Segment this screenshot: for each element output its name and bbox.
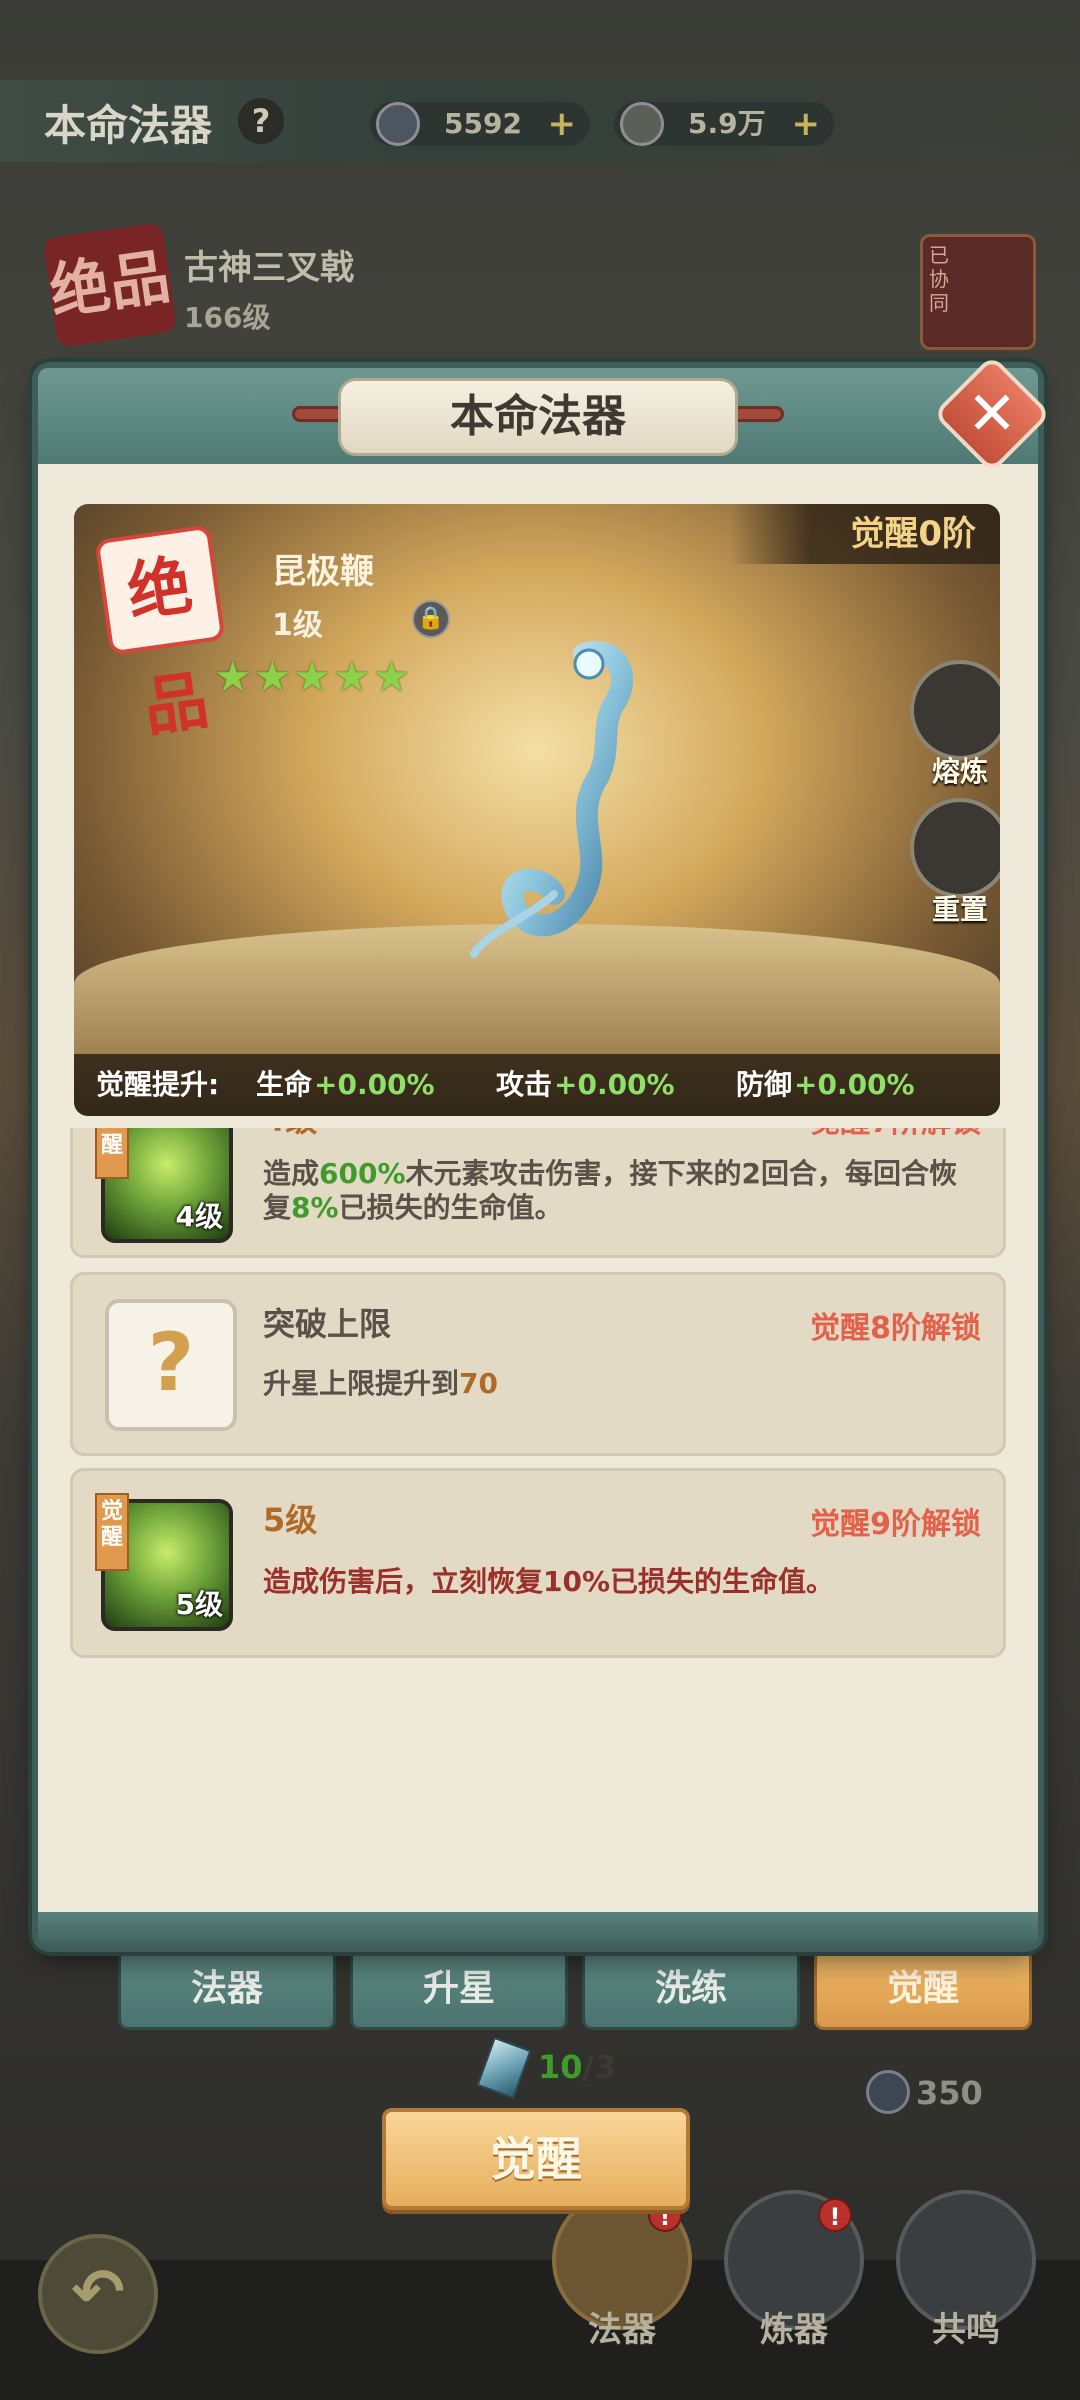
awaken-stage: 觉醒0阶: [730, 504, 1000, 564]
artifact-display: 觉醒0阶 绝品 昆极鞭 1级 🔒 ★★★★★ 熔炼 重置 觉醒提升: 生命 +0…: [74, 504, 1000, 1116]
awaken-bonus-bar: 觉醒提升: 生命 +0.00% 攻击 +0.00% 防御 +0.00%: [74, 1054, 1000, 1116]
awaken-tag: 觉醒: [95, 1128, 129, 1179]
list-item: 4级 觉醒 4级 觉醒7阶解锁 造成600%木元素攻击伤害，接下来的2回合，每回…: [70, 1128, 1006, 1258]
bonus-label: 觉醒提升:: [96, 1068, 220, 1101]
weapon-level: 166级: [184, 301, 271, 334]
smelt-label: 熔炼: [931, 755, 988, 788]
hp-value: +0.00%: [314, 1068, 435, 1101]
artifact-level: 1级: [272, 608, 323, 643]
coop-label: 已协同: [929, 243, 949, 315]
skill-level: 4级: [175, 1200, 223, 1233]
nav-label: 炼器: [760, 2310, 828, 2350]
artifact-modal: 本命法器 ✕ 觉醒0阶 绝品 昆极鞭 1级 🔒 ★★★★★ 熔炼 重置 觉醒提升…: [38, 354, 1052, 2210]
list-item: ? 突破上限 觉醒8阶解锁 升星上限提升到70: [70, 1272, 1006, 1456]
reset-label: 重置: [931, 893, 988, 926]
artifact-name: 昆极鞭: [272, 552, 374, 592]
help-icon[interactable]: ?: [238, 98, 284, 144]
atk-label: 攻击: [496, 1068, 553, 1101]
hp-label: 生命: [256, 1068, 313, 1101]
spirit-coin-icon: [866, 2070, 910, 2114]
row-title: 5级: [263, 1501, 318, 1539]
def-value: +0.00%: [794, 1068, 915, 1101]
nav-label: 法器: [588, 2310, 656, 2350]
unlock-text: 觉醒8阶解锁: [810, 1311, 981, 1346]
lock-icon[interactable]: 🔒: [412, 600, 450, 638]
row-title: 突破上限: [263, 1305, 392, 1343]
atk-value: +0.00%: [554, 1068, 675, 1101]
unlock-text: 觉醒7阶解锁: [810, 1128, 981, 1141]
weapon-name: 古神三叉戟: [184, 248, 354, 288]
whip-weapon-icon: [470, 641, 633, 958]
awaken-cost: 10/3: [538, 2048, 617, 2086]
modal-footer: [38, 1912, 1038, 1946]
nav-label: 共鸣: [932, 2310, 1000, 2350]
weapon-rank-badge: 绝品: [42, 222, 178, 348]
skill-level: 5级: [175, 1588, 223, 1621]
resource-pill-leaves: 5.9万 +: [614, 102, 834, 146]
back-arrow-icon[interactable]: ↶: [38, 2234, 158, 2354]
modal-title: 本命法器: [338, 378, 738, 456]
add-resource-icon[interactable]: +: [792, 102, 821, 146]
page-title: 本命法器: [44, 101, 213, 150]
alert-badge-icon: !: [818, 2198, 852, 2232]
leaf-icon: [620, 102, 664, 146]
coop-card[interactable]: 已协同: [920, 234, 1036, 350]
add-resource-icon[interactable]: +: [548, 102, 577, 146]
row-title: 4级: [263, 1128, 317, 1141]
skill-description: 造成600%木元素攻击伤害，接下来的2回合，每回合恢复8%已损失的生命值。: [263, 1157, 958, 1224]
limit-description: 升星上限提升到70: [263, 1367, 498, 1400]
skill-description: 造成伤害后，立刻恢复10%已损失的生命值。: [263, 1565, 835, 1598]
resource-value: 5.9万: [688, 107, 766, 140]
smelt-button[interactable]: [910, 660, 1000, 760]
spirit-coin-icon: [376, 102, 420, 146]
resource-value: 5592: [444, 107, 522, 140]
unknown-icon: ?: [105, 1299, 237, 1431]
unlock-text: 觉醒9阶解锁: [810, 1507, 981, 1542]
awaken-tag: 觉醒: [95, 1493, 129, 1571]
list-item: 5级 觉醒 5级 觉醒9阶解锁 造成伤害后，立刻恢复10%已损失的生命值。: [70, 1468, 1006, 1658]
def-label: 防御: [736, 1068, 793, 1101]
cost-value: 350: [916, 2074, 983, 2112]
resource-pill-coins: 5592 +: [370, 102, 590, 146]
star-rating: ★★★★★: [214, 652, 413, 701]
close-icon[interactable]: ✕: [950, 372, 1034, 456]
awaken-button[interactable]: 觉醒: [382, 2108, 690, 2210]
rank-text: 绝品: [123, 548, 213, 746]
awaken-reward-list[interactable]: 4级 觉醒 4级 觉醒7阶解锁 造成600%木元素攻击伤害，接下来的2回合，每回…: [70, 1128, 1006, 2004]
reset-button[interactable]: [910, 798, 1000, 898]
